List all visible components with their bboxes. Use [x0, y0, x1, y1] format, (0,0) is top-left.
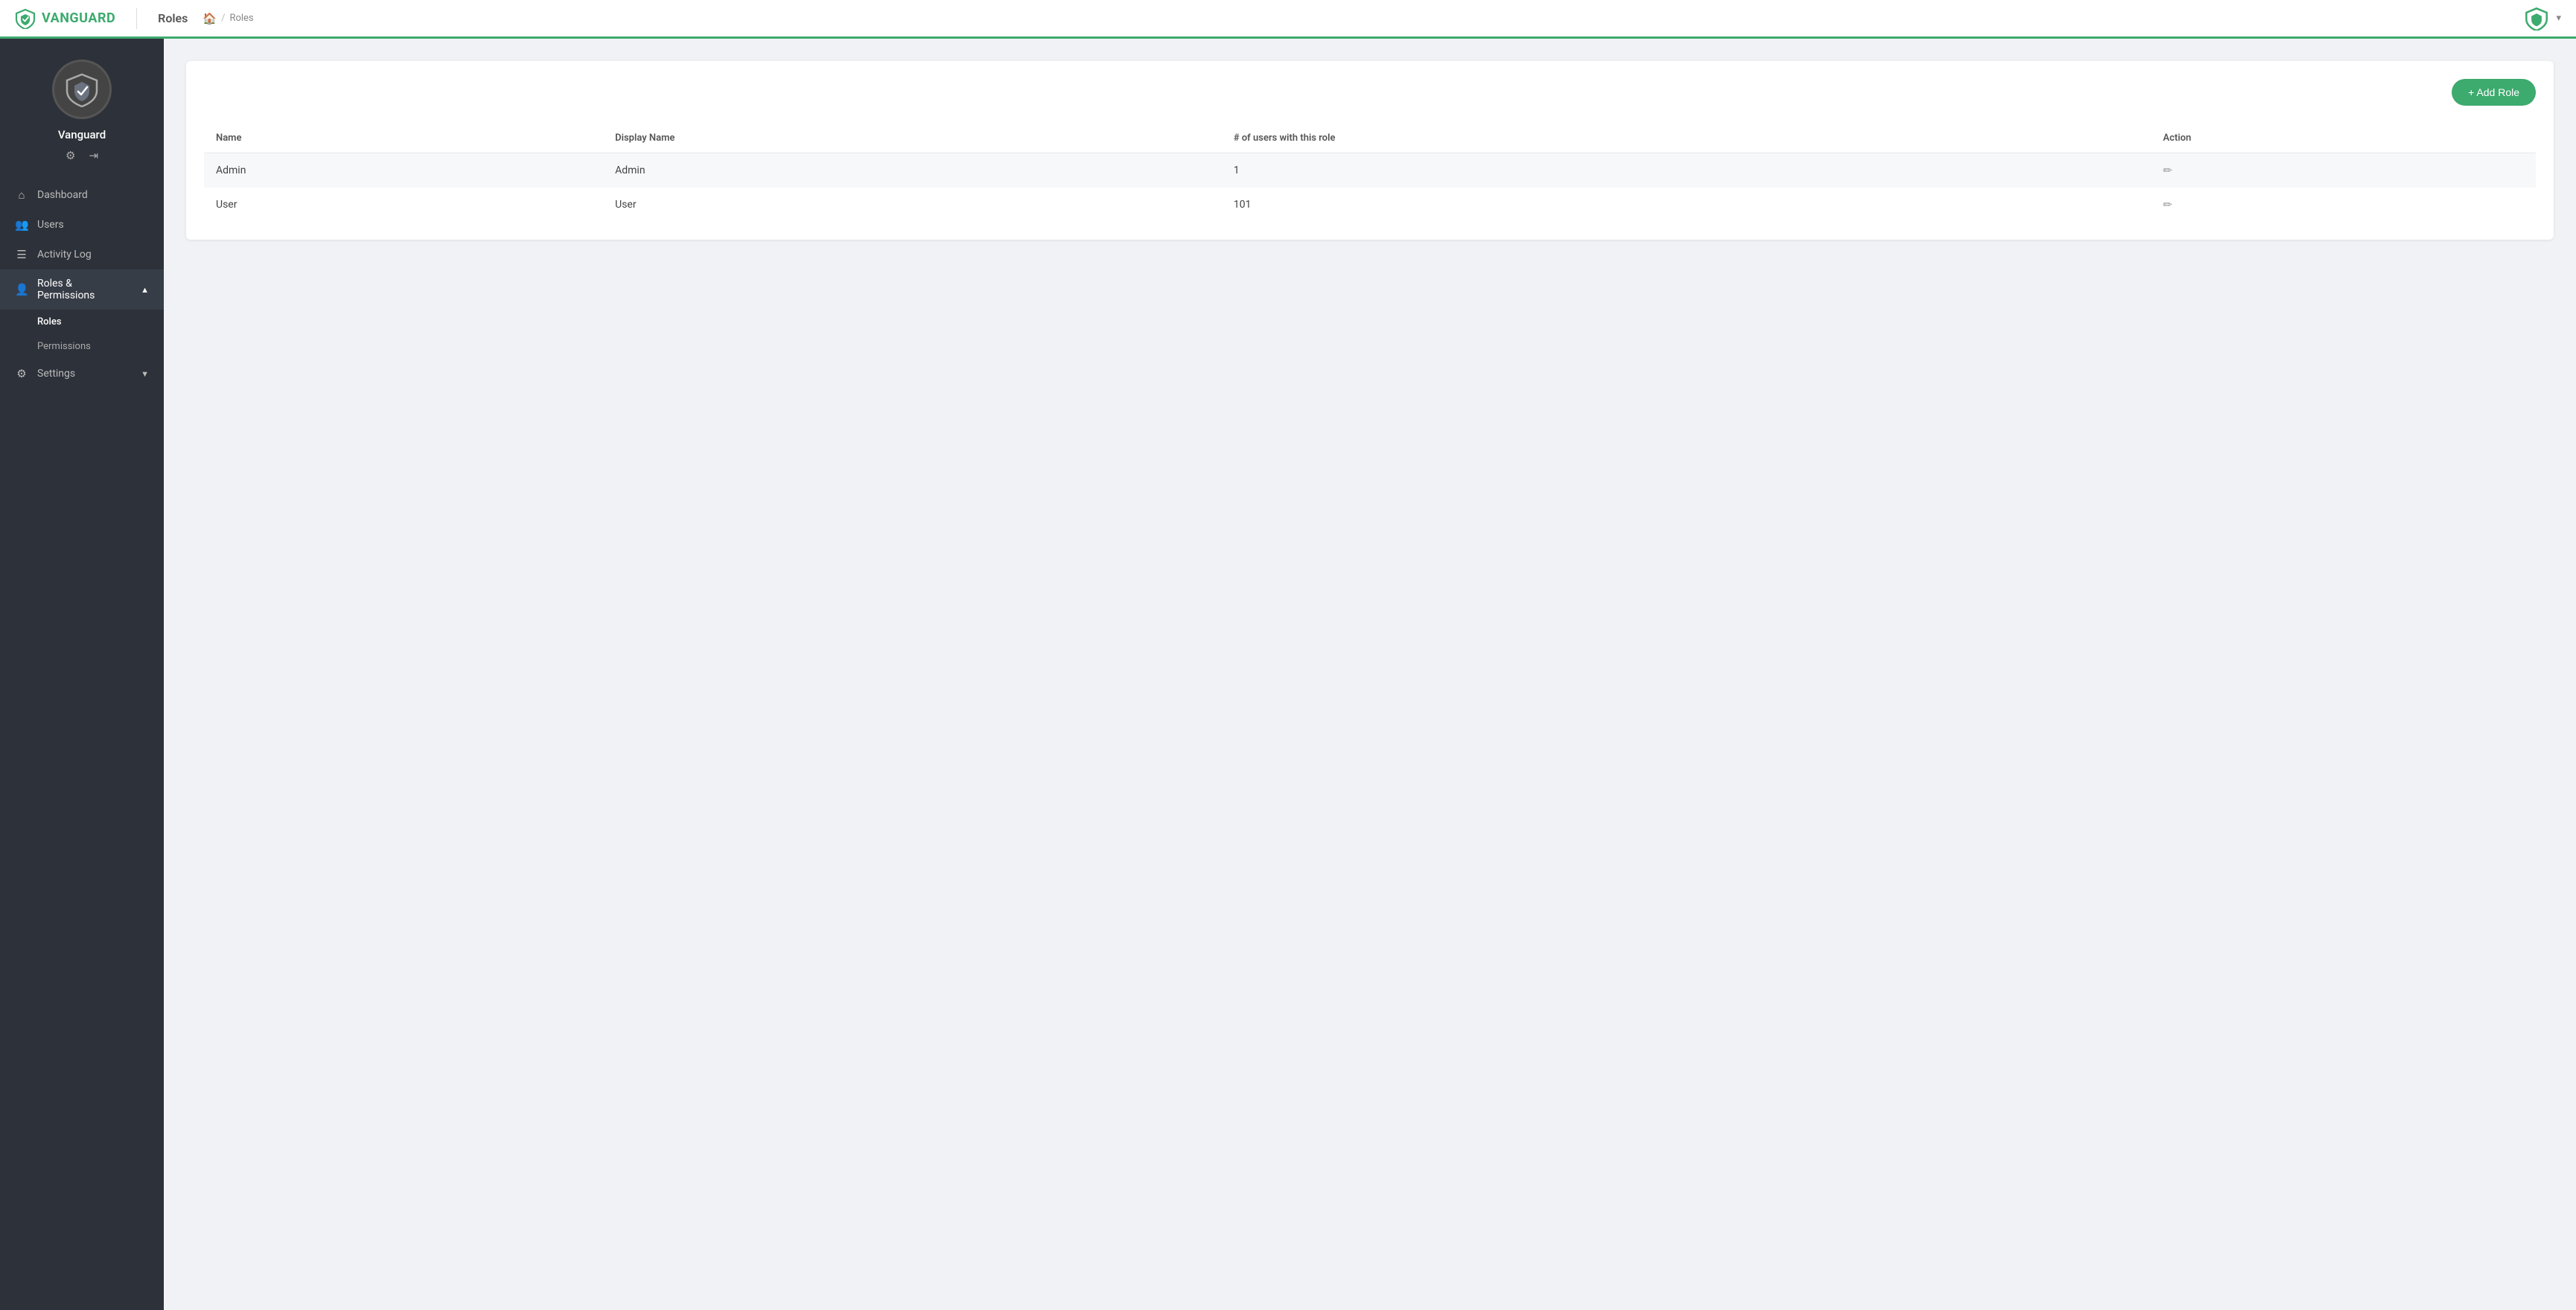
cell-display-name: User — [603, 188, 1222, 222]
activity-log-icon: ☰ — [15, 248, 28, 261]
cell-user-count: 1 — [1222, 153, 2151, 188]
topbar: VANGUARD Roles 🏠 / Roles ▾ — [0, 0, 2576, 39]
col-name: Name — [204, 124, 603, 153]
breadcrumb-current: Roles — [229, 13, 253, 24]
users-icon: 👥 — [15, 218, 28, 231]
sidebar-item-users[interactable]: 👥 Users — [0, 210, 164, 240]
profile-name: Vanguard — [58, 128, 106, 141]
sidebar-subitem-permissions[interactable]: Permissions — [37, 334, 164, 359]
breadcrumb: 🏠 / Roles — [203, 12, 253, 25]
profile-settings-icon[interactable]: ⚙ — [66, 149, 75, 162]
table-row: User User 101 ✏ — [204, 188, 2536, 222]
sidebar-item-settings[interactable]: ⚙ Settings ▼ — [0, 359, 164, 389]
main-layout: Vanguard ⚙ ⇥ ⌂ Dashboard 👥 Users ☰ Activ… — [0, 39, 2576, 1310]
sidebar-subitem-roles[interactable]: Roles — [37, 310, 164, 334]
profile-actions: ⚙ ⇥ — [66, 149, 98, 162]
card-header: + Add Role — [204, 79, 2536, 106]
topbar-user-icon[interactable] — [2525, 7, 2548, 31]
topbar-dropdown-arrow[interactable]: ▾ — [2556, 13, 2561, 24]
table-body: Admin Admin 1 ✏ User User 101 ✏ — [204, 153, 2536, 223]
dashboard-icon: ⌂ — [15, 188, 28, 202]
sidebar-item-roles-permissions[interactable]: 👤 Roles & Permissions ▲ — [0, 269, 164, 310]
cell-display-name: Admin — [603, 153, 1222, 188]
roles-submenu: Roles Permissions — [0, 310, 164, 359]
topbar-page-title: Roles — [158, 11, 188, 25]
sidebar-item-dashboard[interactable]: ⌂ Dashboard — [0, 180, 164, 210]
avatar — [52, 60, 112, 119]
logo-text: VANGUARD — [42, 10, 115, 26]
topbar-left: VANGUARD Roles 🏠 / Roles — [15, 8, 254, 29]
table-row: Admin Admin 1 ✏ — [204, 153, 2536, 188]
cell-action: ✏ — [2151, 153, 2536, 188]
main-content: + Add Role Name Display Name # of users … — [164, 39, 2576, 1310]
roles-icon: 👤 — [15, 283, 28, 296]
col-action: Action — [2151, 124, 2536, 153]
logo: VANGUARD — [15, 8, 115, 29]
sidebar-nav: ⌂ Dashboard 👥 Users ☰ Activity Log 👤 Rol… — [0, 174, 164, 394]
table-header: Name Display Name # of users with this r… — [204, 124, 2536, 153]
settings-arrow: ▼ — [141, 369, 149, 379]
cell-name: User — [204, 188, 603, 222]
roles-table: Name Display Name # of users with this r… — [204, 124, 2536, 222]
logo-shield-icon — [15, 8, 36, 29]
settings-icon: ⚙ — [15, 367, 28, 380]
roles-arrow: ▲ — [141, 285, 149, 295]
breadcrumb-separator: / — [221, 13, 225, 24]
profile-logout-icon[interactable]: ⇥ — [89, 149, 98, 162]
add-role-button[interactable]: + Add Role — [2452, 79, 2536, 106]
sidebar: Vanguard ⚙ ⇥ ⌂ Dashboard 👥 Users ☰ Activ… — [0, 39, 164, 1310]
col-user-count: # of users with this role — [1222, 124, 2151, 153]
sidebar-profile: Vanguard ⚙ ⇥ — [0, 39, 164, 174]
cell-name: Admin — [204, 153, 603, 188]
cell-action: ✏ — [2151, 188, 2536, 222]
edit-icon[interactable]: ✏ — [2163, 164, 2172, 177]
cell-user-count: 101 — [1222, 188, 2151, 222]
edit-icon[interactable]: ✏ — [2163, 198, 2172, 211]
topbar-divider — [136, 8, 137, 29]
sidebar-item-activity-log[interactable]: ☰ Activity Log — [0, 240, 164, 269]
breadcrumb-home-icon[interactable]: 🏠 — [203, 12, 217, 25]
avatar-shield-icon — [64, 71, 100, 107]
topbar-right: ▾ — [2525, 7, 2561, 31]
content-card: + Add Role Name Display Name # of users … — [186, 61, 2554, 240]
col-display-name: Display Name — [603, 124, 1222, 153]
